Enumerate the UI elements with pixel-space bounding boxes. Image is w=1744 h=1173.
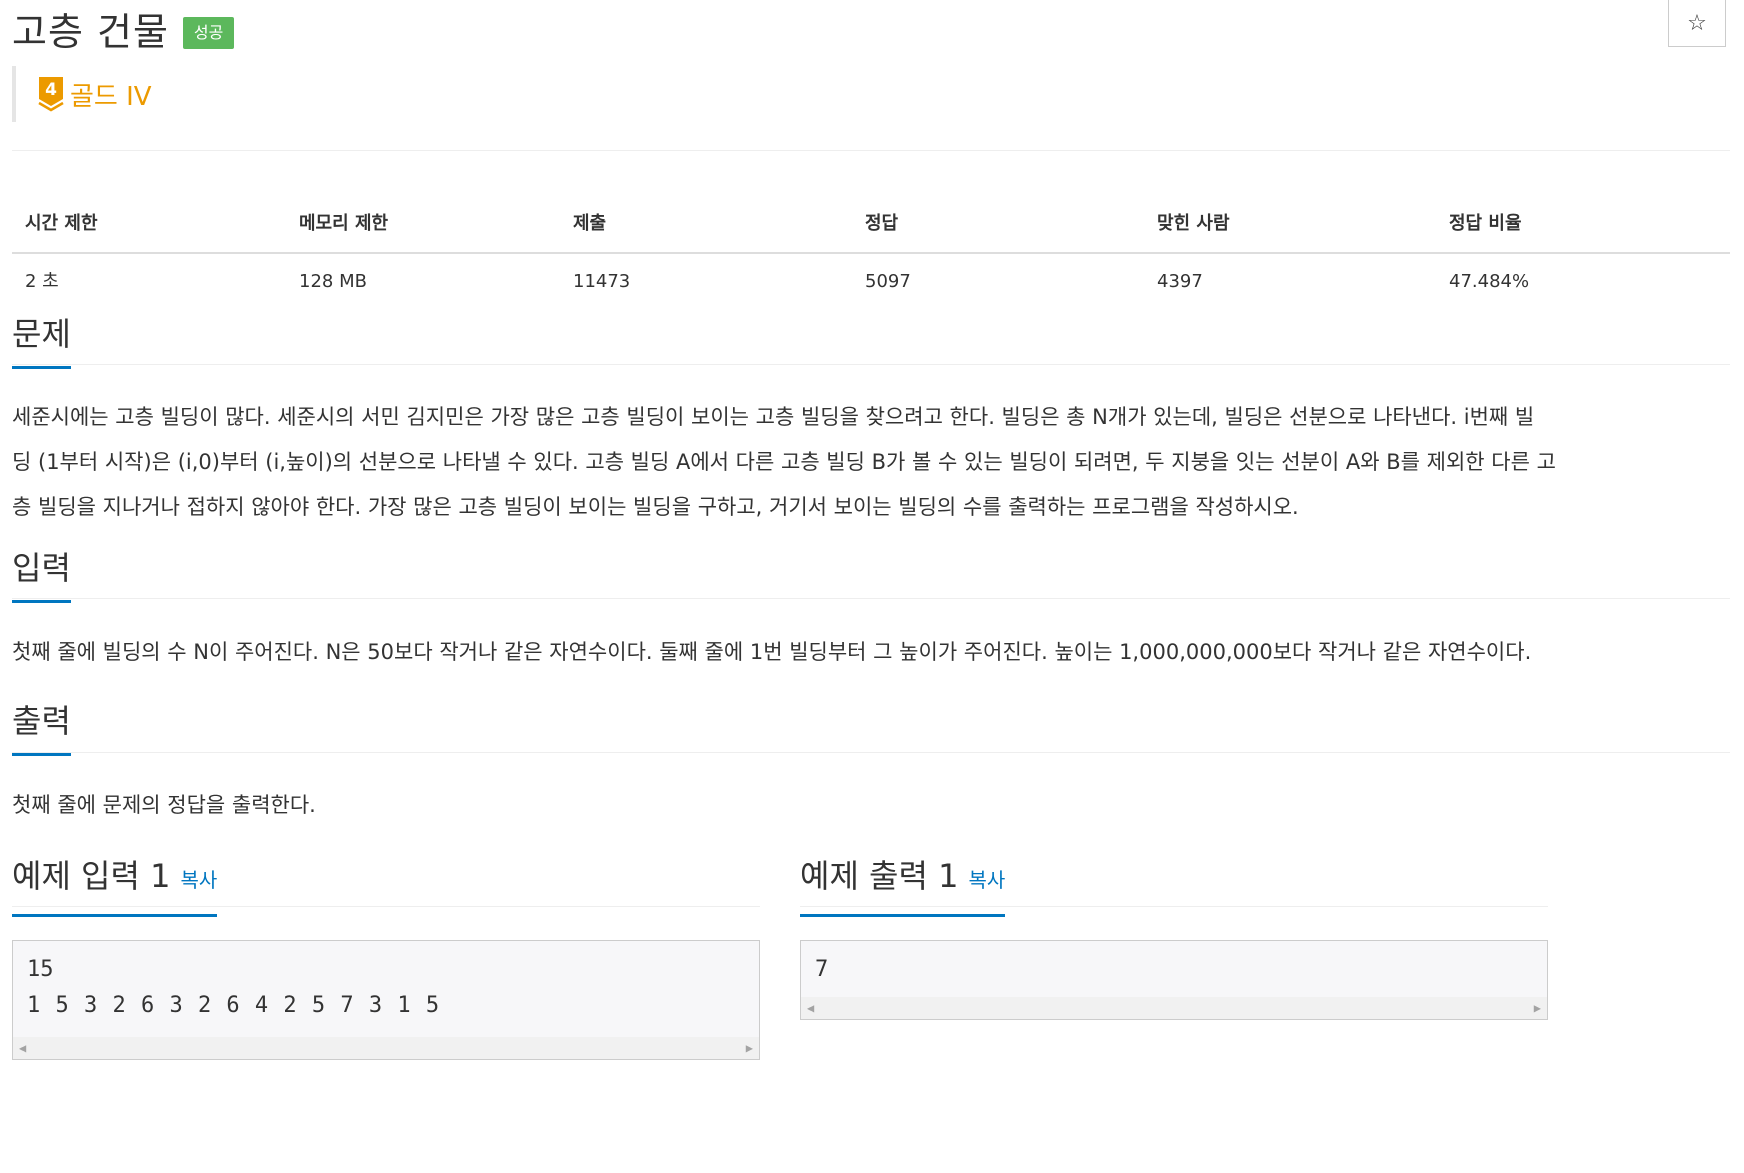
title-row: 고층 건물 성공 bbox=[12, 0, 235, 56]
sample-input-title: 예제 입력 1 복사 bbox=[12, 856, 218, 917]
tier-badge-icon: 4 bbox=[38, 77, 64, 112]
tier-box: 4 골드 IV bbox=[12, 66, 152, 122]
divider bbox=[12, 150, 1730, 151]
divider bbox=[12, 364, 1730, 365]
divider bbox=[12, 598, 1730, 599]
star-icon: ☆ bbox=[1687, 10, 1707, 36]
value-accepted[interactable]: 5097 bbox=[852, 254, 1144, 310]
copy-output-button[interactable]: 복사 bbox=[968, 868, 1005, 892]
header-memory-limit: 메모리 제한 bbox=[299, 213, 389, 234]
scroll-right-icon[interactable]: ▶ bbox=[746, 1041, 753, 1055]
info-table-header: 시간 제한 메모리 제한 제출 정답 맞힌 사람 정답 비율 bbox=[12, 200, 1730, 252]
value-accept-ratio: 47.484% bbox=[1449, 271, 1530, 292]
value-submissions[interactable]: 11473 bbox=[560, 254, 852, 310]
sample-input-line: 1 5 3 2 6 3 2 6 4 2 5 7 3 1 5 bbox=[27, 993, 440, 1018]
section-title-description: 문제 bbox=[12, 314, 71, 369]
info-table: 시간 제한 메모리 제한 제출 정답 맞힌 사람 정답 비율 2 초 128 M… bbox=[12, 200, 1730, 310]
value-time-limit: 2 초 bbox=[25, 271, 59, 292]
value-memory-limit: 128 MB bbox=[299, 271, 367, 292]
header-accepted: 정답 bbox=[865, 213, 899, 234]
description-line: 층 빌딩을 지나거나 접하지 않아야 한다. 가장 많은 고층 빌딩이 보이는 … bbox=[12, 495, 1299, 519]
input-text: 첫째 줄에 빌딩의 수 N이 주어진다. N은 50보다 작거나 같은 자연수이… bbox=[12, 640, 1532, 664]
sample-output-label: 예제 출력 1 bbox=[800, 857, 959, 895]
copy-input-button[interactable]: 복사 bbox=[180, 868, 217, 892]
problem-title: 고층 건물 bbox=[12, 9, 169, 54]
star-button[interactable]: ☆ bbox=[1668, 0, 1726, 47]
sample-output-line: 7 bbox=[815, 957, 829, 982]
header-time-limit: 시간 제한 bbox=[25, 213, 98, 234]
sample-input-label: 예제 입력 1 bbox=[12, 857, 171, 895]
horizontal-scrollbar[interactable]: ◀ ▶ bbox=[13, 1037, 759, 1059]
description-line: 딩 (1부터 시작)은 (i,0)부터 (i,높이)의 선분으로 나타낼 수 있… bbox=[12, 450, 1556, 474]
section-title-input: 입력 bbox=[12, 548, 71, 603]
value-solved-users[interactable]: 4397 bbox=[1144, 254, 1436, 310]
result-badge[interactable]: 성공 bbox=[182, 17, 235, 49]
description-line: 세준시에는 고층 빌딩이 많다. 세준시의 서민 김지민은 가장 많은 고층 빌… bbox=[12, 405, 1535, 429]
tier-level: 4 bbox=[45, 80, 57, 100]
output-text: 첫째 줄에 문제의 정답을 출력한다. bbox=[12, 793, 316, 817]
sample-output-box[interactable]: 7 ◀ ▶ bbox=[800, 940, 1548, 1020]
header-accept-ratio: 정답 비율 bbox=[1449, 213, 1522, 234]
tier-label[interactable]: 골드 IV bbox=[70, 76, 152, 113]
header-solved-users: 맞힌 사람 bbox=[1157, 213, 1230, 234]
horizontal-scrollbar[interactable]: ◀ ▶ bbox=[801, 997, 1547, 1019]
sample-input-box[interactable]: 15 1 5 3 2 6 3 2 6 4 2 5 7 3 1 5 ◀ ▶ bbox=[12, 940, 760, 1060]
scroll-left-icon[interactable]: ◀ bbox=[19, 1041, 26, 1055]
scroll-left-icon[interactable]: ◀ bbox=[807, 1001, 814, 1015]
divider bbox=[12, 752, 1730, 753]
info-table-row: 2 초 128 MB 11473 5097 4397 47.484% bbox=[12, 252, 1730, 310]
sample-output-title: 예제 출력 1 복사 bbox=[800, 856, 1006, 917]
divider bbox=[12, 906, 760, 907]
divider bbox=[800, 906, 1548, 907]
header-submissions: 제출 bbox=[573, 213, 607, 234]
scroll-right-icon[interactable]: ▶ bbox=[1534, 1001, 1541, 1015]
description-text: 세준시에는 고층 빌딩이 많다. 세준시의 서민 김지민은 가장 많은 고층 빌… bbox=[12, 395, 1720, 530]
sample-input-line: 15 bbox=[27, 957, 54, 982]
problem-page: 고층 건물 성공 ☆ 4 골드 IV 시간 제한 메모리 제한 제출 정답 맞힌… bbox=[0, 0, 1744, 1173]
section-title-output: 출력 bbox=[12, 701, 71, 756]
